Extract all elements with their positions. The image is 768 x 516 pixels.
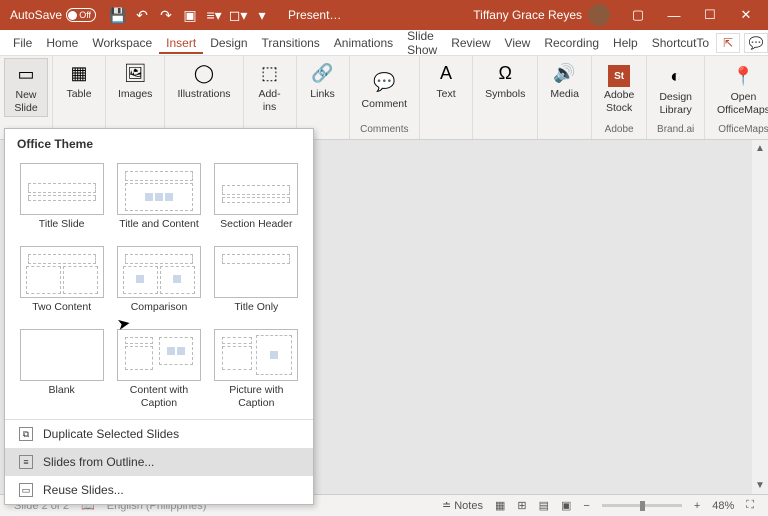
designlibrary-icon: ◐ xyxy=(663,63,689,89)
new-slide-dropdown: Office Theme Title Slide Title and Conte… xyxy=(4,128,314,505)
zoom-slider[interactable] xyxy=(602,504,682,507)
group-comments-label: Comments xyxy=(360,122,408,137)
layout-two-content[interactable]: Two Content xyxy=(17,246,106,325)
toggle-switch[interactable]: Off xyxy=(66,8,96,22)
user-account[interactable]: Tiffany Grace Reyes xyxy=(473,4,610,26)
tab-home[interactable]: Home xyxy=(39,32,85,54)
duplicate-slides-item[interactable]: ⧉Duplicate Selected Slides xyxy=(5,420,313,448)
fit-window-icon[interactable]: ⛶ xyxy=(746,499,754,512)
window-controls: ▢ — ☐ ✕ xyxy=(620,1,764,29)
minimize-button[interactable]: — xyxy=(656,1,692,29)
autosave-toggle[interactable]: AutoSave Off xyxy=(10,8,96,22)
tab-insert[interactable]: Insert xyxy=(159,32,203,54)
dropdown-commands: ⧉Duplicate Selected Slides ≡Slides from … xyxy=(5,419,313,504)
view-reading-icon[interactable]: ▤ xyxy=(539,499,549,512)
tab-file[interactable]: File xyxy=(6,32,39,54)
list-icon[interactable]: ≡▾ xyxy=(206,7,222,23)
links-icon: 🔗 xyxy=(310,60,336,86)
tab-review[interactable]: Review xyxy=(444,32,497,54)
text-button[interactable]: AText xyxy=(424,58,468,103)
images-icon: 🖼 xyxy=(122,60,148,86)
illustrations-icon: ◯ xyxy=(191,60,217,86)
menu-bar: File Home Workspace Insert Design Transi… xyxy=(0,30,768,56)
title-bar: AutoSave Off 💾 ↶ ↷ ▣ ≡▾ ◻▾ ▾ Present… Ti… xyxy=(0,0,768,30)
addins-button[interactable]: ⬚Add- ins xyxy=(248,58,292,115)
new-slide-icon: ▭ xyxy=(13,61,39,87)
shapes-icon[interactable]: ◻▾ xyxy=(230,7,246,23)
adobestock-button[interactable]: StAdobe Stock xyxy=(596,63,642,116)
pin-icon: 📍 xyxy=(730,63,756,89)
duplicate-icon: ⧉ xyxy=(19,427,33,441)
tab-animations[interactable]: Animations xyxy=(327,32,400,54)
quick-access-toolbar: 💾 ↶ ↷ ▣ ≡▾ ◻▾ ▾ xyxy=(110,7,270,23)
text-icon: A xyxy=(433,60,459,86)
illustrations-button[interactable]: ◯Illustrations xyxy=(169,58,238,103)
maximize-button[interactable]: ☐ xyxy=(692,1,728,29)
reuse-icon: ▭ xyxy=(19,483,33,497)
tab-recording[interactable]: Recording xyxy=(537,32,606,54)
new-slide-button[interactable]: ▭New Slide xyxy=(4,58,48,117)
autosave-label: AutoSave xyxy=(10,8,62,22)
notes-button[interactable]: ≐ Notes xyxy=(442,499,483,512)
tab-transitions[interactable]: Transitions xyxy=(255,32,327,54)
links-button[interactable]: 🔗Links xyxy=(301,58,345,103)
present-icon[interactable]: ▣ xyxy=(182,7,198,23)
layout-grid: Title Slide Title and Content Section He… xyxy=(5,159,313,419)
comment-icon: 💬 xyxy=(371,70,397,96)
zoom-out-button[interactable]: − xyxy=(583,500,589,512)
avatar xyxy=(588,4,610,26)
scroll-up-icon[interactable]: ▲ xyxy=(755,143,765,154)
dropdown-title: Office Theme xyxy=(5,129,313,159)
images-button[interactable]: 🖼Images xyxy=(110,58,160,103)
symbols-button[interactable]: ΩSymbols xyxy=(477,58,533,103)
view-sorter-icon[interactable]: ⊞ xyxy=(517,499,526,512)
share-button[interactable]: ⇱ xyxy=(716,33,740,53)
view-slideshow-icon[interactable]: ▣ xyxy=(561,499,571,512)
slides-from-outline-item[interactable]: ≡Slides from Outline... xyxy=(5,448,313,476)
officemaps-button[interactable]: 📍Open OfficeMaps xyxy=(709,61,768,118)
table-icon: ▦ xyxy=(66,60,92,86)
layout-picture-caption[interactable]: Picture with Caption xyxy=(212,329,301,409)
zoom-level[interactable]: 48% xyxy=(712,500,734,512)
adobestock-icon: St xyxy=(608,65,630,87)
group-adobe-label: Adobe xyxy=(605,122,634,137)
group-brand-label: Brand.ai xyxy=(657,122,694,137)
comment-button[interactable]: 💬Comment xyxy=(354,68,416,113)
close-button[interactable]: ✕ xyxy=(728,1,764,29)
table-button[interactable]: ▦Table xyxy=(57,58,101,103)
media-button[interactable]: 🔊Media xyxy=(542,58,587,103)
layout-title-content[interactable]: Title and Content xyxy=(114,163,203,242)
tab-workspace[interactable]: Workspace xyxy=(85,32,159,54)
scroll-down-icon[interactable]: ▼ xyxy=(755,480,765,491)
tab-shortcut[interactable]: ShortcutTo xyxy=(645,32,716,54)
outline-icon: ≡ xyxy=(19,455,33,469)
ribbon-options-icon[interactable]: ▢ xyxy=(620,1,656,29)
zoom-in-button[interactable]: + xyxy=(694,500,700,512)
layout-title-only[interactable]: Title Only xyxy=(212,246,301,325)
layout-blank[interactable]: Blank xyxy=(17,329,106,409)
layout-section-header[interactable]: Section Header xyxy=(212,163,301,242)
media-icon: 🔊 xyxy=(552,60,578,86)
reuse-slides-item[interactable]: ▭Reuse Slides... xyxy=(5,476,313,504)
save-icon[interactable]: 💾 xyxy=(110,7,126,23)
symbols-icon: Ω xyxy=(492,60,518,86)
vertical-scrollbar[interactable]: ▲▼ xyxy=(752,140,768,494)
view-normal-icon[interactable]: ▦ xyxy=(495,499,505,512)
group-officemaps-label: OfficeMaps xyxy=(718,122,768,137)
designlibrary-button[interactable]: ◐Design Library xyxy=(651,61,700,118)
tab-design[interactable]: Design xyxy=(203,32,254,54)
user-name: Tiffany Grace Reyes xyxy=(473,8,582,22)
layout-content-caption[interactable]: Content with Caption xyxy=(114,329,203,409)
tab-help[interactable]: Help xyxy=(606,32,645,54)
tab-view[interactable]: View xyxy=(498,32,538,54)
redo-icon[interactable]: ↷ xyxy=(158,7,174,23)
comments-button[interactable]: 💬 xyxy=(744,33,768,53)
document-name: Present… xyxy=(288,8,341,22)
layout-title-slide[interactable]: Title Slide xyxy=(17,163,106,242)
more-icon[interactable]: ▾ xyxy=(254,7,270,23)
addins-icon: ⬚ xyxy=(257,60,283,86)
undo-icon[interactable]: ↶ xyxy=(134,7,150,23)
